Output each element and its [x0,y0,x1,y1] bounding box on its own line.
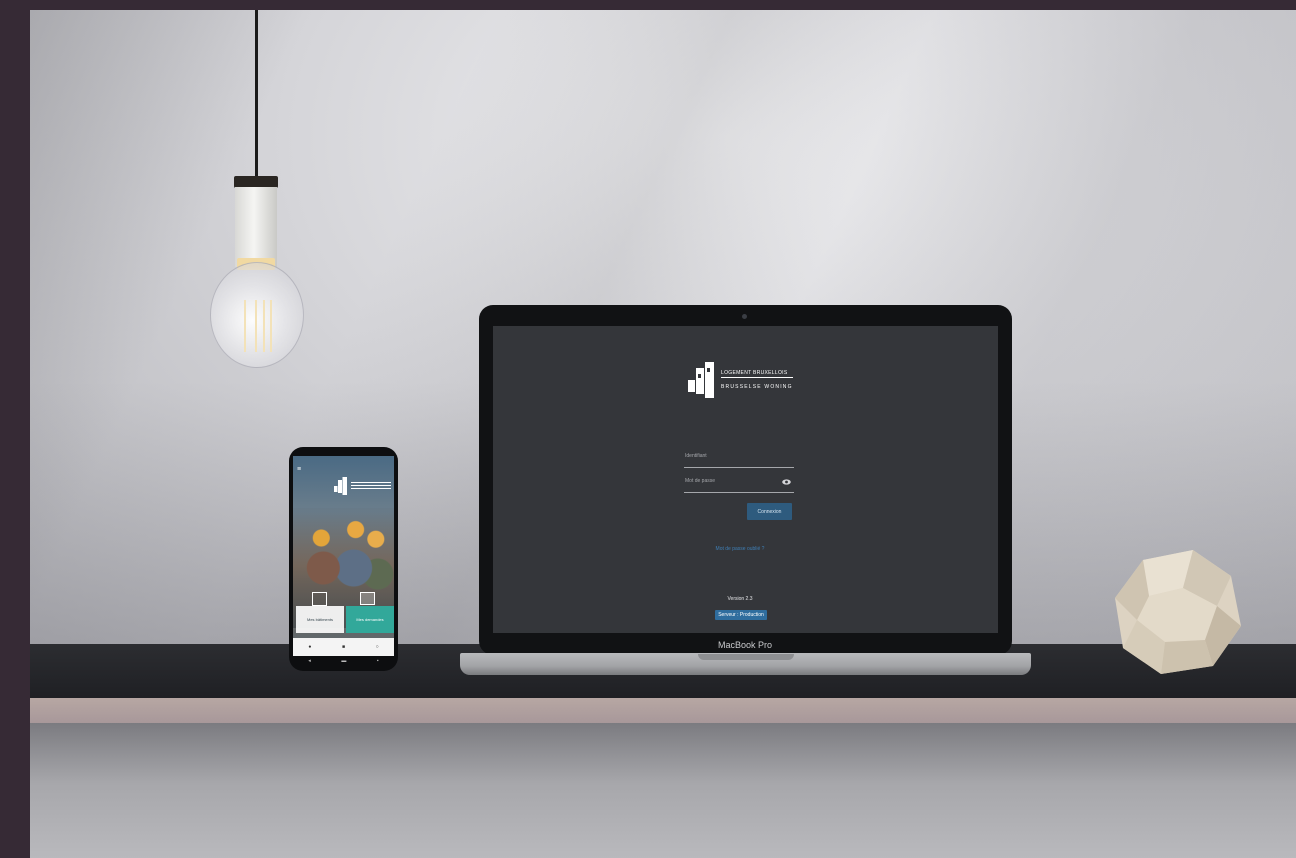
phone-logo-icon [334,477,347,495]
username-placeholder: Identifiant [685,453,707,459]
version-label: Version 2.3 [727,596,753,602]
frame-left [0,0,30,858]
laptop-brand-label: MacBook Pro [717,640,773,650]
message-icon [360,592,375,605]
tile-my-requests-label: Mes demandes [356,617,384,622]
logo-divider [721,377,793,378]
recent-apps-icon[interactable]: ▪ [377,658,379,664]
frame-top [0,0,1296,10]
eye-icon[interactable] [782,479,791,485]
search-icon[interactable]: ○ [376,644,379,650]
lamp-socket [235,187,277,267]
floor-below-shelf [30,723,1296,858]
phone-logo-text [351,482,391,490]
home-icon[interactable]: ● [308,644,311,650]
tile-my-requests[interactable]: Mes demandes [346,606,394,633]
back-icon[interactable]: ◂ [308,658,311,664]
logo-subtitle: BRUSSELSE WONING [721,384,793,390]
building-icon [312,592,327,606]
logo-icon [688,362,714,398]
building-icon[interactable]: ■ [342,644,345,650]
environment-badge: Serveur : Production [715,610,767,620]
login-button[interactable]: Connexion [747,503,792,520]
tile-my-buildings[interactable]: Mes bâtiments [296,606,344,633]
phone-system-bar: ◂ ▬ ▪ [293,656,394,666]
forgot-password-link[interactable]: Mot de passe oublié ? [690,546,790,552]
laptop-camera [742,314,747,319]
home-button-icon[interactable]: ▬ [341,658,346,664]
menu-icon[interactable]: ≡ [297,466,301,473]
geometric-stone-ornament [1115,550,1241,674]
tile-my-buildings-label: Mes bâtiments [306,617,333,622]
lamp-cord [255,10,258,178]
laptop-notch [698,654,794,660]
shelf-edge [30,698,1296,723]
logo-title: LOGEMENT BRUXELLOIS [721,370,788,376]
username-field[interactable]: Identifiant [684,450,794,468]
phone-bottom-nav: ● ■ ○ [293,638,394,656]
password-placeholder: Mot de passe [685,478,716,484]
bulb-filament [244,300,272,352]
password-field[interactable]: Mot de passe [684,475,794,493]
